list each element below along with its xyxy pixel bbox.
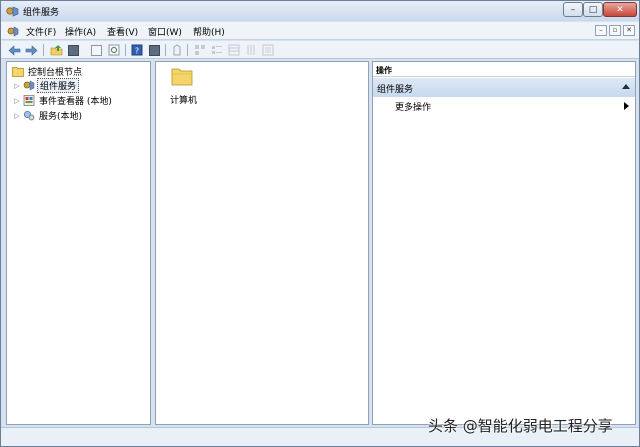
menu-bar: 文件(F) 操作(A) 查看(V) 窗口(W) 帮助(H) – ▫ ✕	[1, 22, 639, 40]
tree-item-label: 组件服务	[37, 78, 80, 93]
collapse-arrow-icon[interactable]	[622, 84, 630, 89]
menu-file[interactable]: 文件(F)	[26, 25, 56, 38]
list-icon	[227, 43, 241, 57]
new-window-icon	[170, 43, 184, 57]
tree-item-label: 服务(本地)	[39, 112, 83, 122]
toolbar-separator	[165, 44, 166, 56]
event-viewer-icon	[23, 95, 35, 106]
tree-pane[interactable]: 控制台根节点 ▷ 组件服务 ▷ 事件查看器 (本地) ▷ 服务(本地)	[6, 61, 151, 425]
maximize-button[interactable]: □	[583, 2, 603, 17]
list-item-label: 计算机	[170, 96, 198, 106]
watermark: 头条 @智能化弱电工程分享	[428, 417, 613, 435]
expand-arrow-icon[interactable]: ▷	[13, 112, 21, 120]
action-group-component-services[interactable]: 组件服务	[373, 78, 635, 97]
child-restore-button[interactable]: ▫	[609, 25, 621, 36]
up-icon[interactable]	[49, 43, 63, 57]
svg-text:?: ?	[135, 47, 139, 56]
tree-item-label: 事件查看器 (本地)	[39, 97, 112, 107]
action-group-label: 组件服务	[377, 85, 414, 95]
refresh-icon[interactable]	[107, 43, 121, 57]
child-close-button[interactable]: ✕	[623, 25, 635, 36]
content-pane[interactable]: 计算机	[155, 61, 369, 425]
more-actions-item[interactable]: 更多操作	[395, 100, 431, 113]
menu-action[interactable]: 操作(A)	[65, 25, 96, 38]
submenu-arrow-icon[interactable]	[624, 102, 629, 110]
configure-icon	[261, 43, 275, 57]
menu-help[interactable]: 帮助(H)	[193, 25, 225, 38]
menu-view[interactable]: 查看(V)	[107, 25, 138, 38]
tree-root-label: 控制台根节点	[28, 68, 83, 78]
tree-root[interactable]: 控制台根节点	[10, 65, 84, 78]
expand-arrow-icon[interactable]: ▷	[13, 82, 21, 90]
back-icon[interactable]	[7, 43, 21, 57]
component-services-menu-icon[interactable]	[7, 25, 19, 37]
services-icon	[23, 110, 35, 121]
tree-item-event-viewer[interactable]: ▷ 事件查看器 (本地)	[13, 94, 114, 107]
toolbar: ?	[1, 41, 639, 59]
show-tree-icon[interactable]	[66, 43, 80, 57]
large-icons-icon	[193, 43, 207, 57]
menu-window[interactable]: 窗口(W)	[148, 25, 182, 38]
expand-arrow-icon[interactable]: ▷	[13, 97, 21, 105]
title-bar[interactable]: 组件服务 – □ ✕	[1, 1, 639, 21]
window-title: 组件服务	[23, 8, 60, 18]
component-services-icon	[23, 80, 35, 91]
action-pane-icon[interactable]	[147, 43, 161, 57]
minimize-button[interactable]: –	[563, 2, 583, 17]
details-icon	[244, 43, 258, 57]
mdi-controls: – ▫ ✕	[595, 25, 635, 36]
help-icon[interactable]: ?	[130, 43, 144, 57]
mmc-window: 组件服务 – □ ✕ 文件(F) 操作(A) 查看(V) 窗口(W) 帮助(H)…	[0, 0, 640, 447]
toolbar-separator	[125, 44, 126, 56]
small-icons-icon	[210, 43, 224, 57]
tree-item-component-services[interactable]: ▷ 组件服务	[13, 78, 80, 93]
folder-icon	[171, 68, 193, 86]
properties-icon[interactable]	[89, 43, 103, 57]
action-pane-header: 操作	[373, 62, 635, 77]
action-pane: 操作 组件服务 更多操作	[372, 61, 636, 425]
close-button[interactable]: ✕	[603, 2, 637, 17]
component-services-app-icon	[6, 6, 19, 17]
forward-icon[interactable]	[24, 43, 38, 57]
child-minimize-button[interactable]: –	[595, 25, 607, 36]
toolbar-separator	[43, 44, 44, 56]
folder-icon	[12, 67, 24, 77]
toolbar-separator	[187, 44, 188, 56]
tree-item-services[interactable]: ▷ 服务(本地)	[13, 109, 84, 122]
